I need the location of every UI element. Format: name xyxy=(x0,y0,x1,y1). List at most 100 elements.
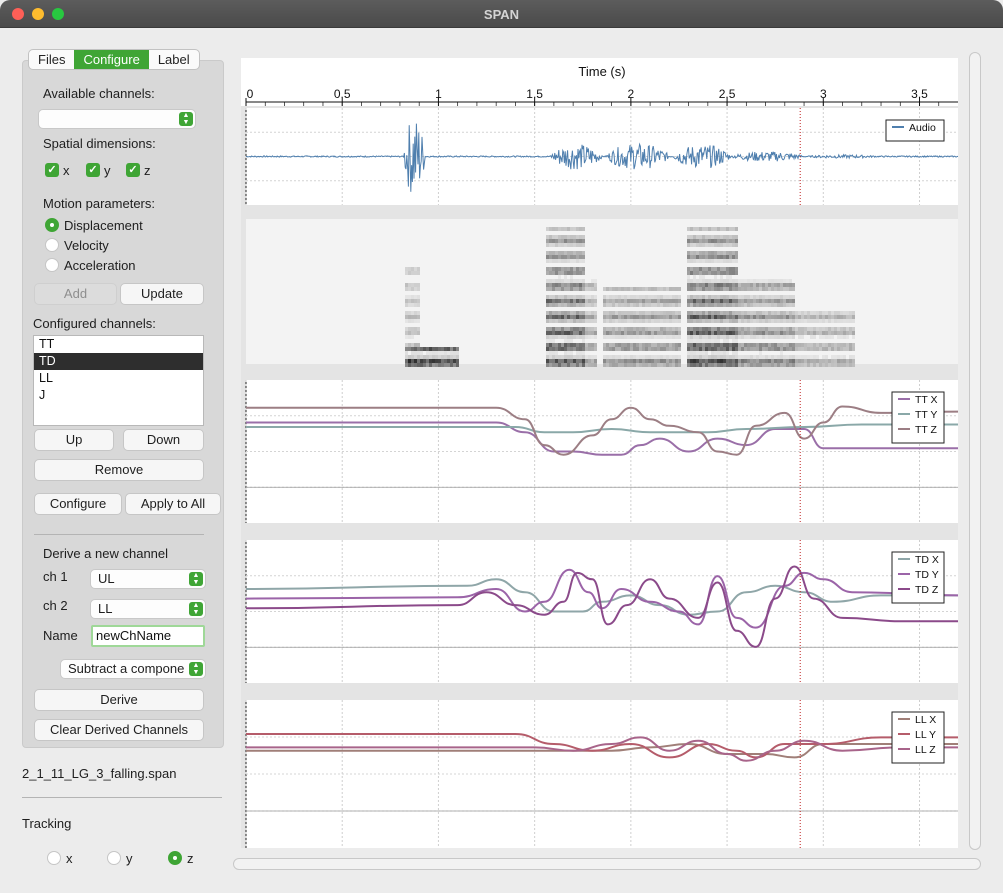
spectrogram-cell xyxy=(771,311,774,315)
acceleration-radio[interactable] xyxy=(45,258,59,272)
spectrogram-cell xyxy=(690,299,693,303)
spectrogram-cell xyxy=(663,359,666,363)
spectrogram-cell xyxy=(729,283,732,287)
available-channels-select[interactable]: ▲ ▼ xyxy=(38,109,196,129)
tab-configure[interactable]: Configure xyxy=(74,50,149,69)
spectrogram-cell xyxy=(735,343,738,347)
spectrogram-cell xyxy=(687,227,690,231)
spectrogram-cell xyxy=(732,255,735,259)
spectrogram-cell xyxy=(834,359,837,363)
spectrogram-cell xyxy=(666,319,669,323)
apply-to-all-button[interactable]: Apply to All xyxy=(125,493,221,515)
spectrogram-cell xyxy=(804,359,807,363)
derive-title: Derive a new channel xyxy=(43,546,169,561)
spectrogram-cell xyxy=(741,299,744,303)
spectrogram-cell xyxy=(723,339,726,343)
spectrogram-cell xyxy=(648,311,651,315)
tab-files[interactable]: Files xyxy=(29,50,74,69)
spectrogram-cell xyxy=(750,283,753,287)
spectrogram-cell xyxy=(741,343,744,347)
spectrogram-cell xyxy=(708,255,711,259)
spectrogram-cell xyxy=(555,347,558,351)
dimension-y-checkbox[interactable]: ✓ xyxy=(86,163,100,177)
spectrogram-cell xyxy=(714,283,717,287)
down-button[interactable]: Down xyxy=(123,429,204,451)
update-button[interactable]: Update xyxy=(120,283,204,305)
spectrogram-cell xyxy=(759,287,762,291)
tab-label[interactable]: Label xyxy=(149,50,199,69)
spectrogram-cell xyxy=(645,303,648,307)
list-item[interactable]: LL xyxy=(34,370,203,387)
configured-channels-list[interactable]: TT TD LL J xyxy=(33,335,204,426)
spectrogram-cell xyxy=(744,363,747,367)
dimension-x-checkbox[interactable]: ✓ xyxy=(45,163,59,177)
spectrogram-cell xyxy=(705,267,708,271)
add-button[interactable]: Add xyxy=(34,283,117,305)
up-button[interactable]: Up xyxy=(34,429,114,451)
list-item[interactable]: TT xyxy=(34,336,203,353)
legend-label: TT Z xyxy=(915,424,938,436)
spectrogram-cell xyxy=(654,343,657,347)
spectrogram-cell xyxy=(678,335,681,339)
spectrogram-cell xyxy=(708,315,711,319)
operation-select[interactable]: Subtract a compone ▲ ▼ xyxy=(60,659,206,679)
spectrogram-cell xyxy=(795,343,798,347)
spectrogram-cell xyxy=(702,267,705,271)
clear-derived-button[interactable]: Clear Derived Channels xyxy=(34,719,204,741)
spectrogram-cell xyxy=(759,347,762,351)
spectrogram-cell xyxy=(807,355,810,359)
spectrogram-cell xyxy=(717,279,720,283)
spectrogram-cell xyxy=(720,267,723,271)
ch1-select[interactable]: UL ▲ ▼ xyxy=(90,569,206,589)
spectrogram-cell xyxy=(702,327,705,331)
spectrogram-cell xyxy=(708,319,711,323)
spectrogram-cell xyxy=(594,311,597,315)
spectrogram-cell xyxy=(696,295,699,299)
spectrogram-cell xyxy=(759,327,762,331)
velocity-radio[interactable] xyxy=(45,238,59,252)
spectrogram-cell xyxy=(612,295,615,299)
displacement-radio[interactable] xyxy=(45,218,59,232)
spectrogram-cell xyxy=(690,235,693,239)
derive-button[interactable]: Derive xyxy=(34,689,204,711)
spectrogram-cell xyxy=(747,295,750,299)
tracking-y-radio[interactable] xyxy=(107,851,121,865)
spectrogram-cell xyxy=(564,235,567,239)
channel-name-input[interactable]: newChName xyxy=(91,625,205,647)
spectrogram-cell xyxy=(588,295,591,299)
remove-button[interactable]: Remove xyxy=(34,459,204,481)
spectrogram-cell xyxy=(696,267,699,271)
plots-svg[interactable]: Time (s)0 0.5 1 1.5 2 2.5 3 3.5AudioTT XTT YTT … xyxy=(241,58,959,848)
spectrogram-cell xyxy=(447,359,450,363)
spectrogram-cell xyxy=(555,343,558,347)
spectrogram-cell xyxy=(720,347,723,351)
spectrogram-cell xyxy=(627,363,630,367)
tracking-x-radio[interactable] xyxy=(47,851,61,865)
spectrogram-cell xyxy=(618,331,621,335)
spectrogram-cell xyxy=(735,351,738,355)
spectrogram-cell xyxy=(549,327,552,331)
spectrogram-cell xyxy=(783,335,786,339)
plot-area[interactable]: Time (s) 0 0.5 1 1.5 2 2.5 3 3.5 Audio TT X TT Y TT … xyxy=(241,58,959,848)
spectrogram-cell xyxy=(690,239,693,243)
list-item[interactable]: J xyxy=(34,387,203,404)
spectrogram-cell xyxy=(813,311,816,315)
spectrogram-cell xyxy=(768,359,771,363)
vertical-scrollbar[interactable] xyxy=(969,52,981,850)
spectrogram-cell xyxy=(588,303,591,307)
spectrogram-cell xyxy=(564,259,567,263)
dimension-z-checkbox[interactable]: ✓ xyxy=(126,163,140,177)
list-item[interactable]: TD xyxy=(34,353,203,370)
spectrogram-cell xyxy=(570,239,573,243)
ch2-select[interactable]: LL ▲ ▼ xyxy=(90,599,206,619)
tracking-z-radio[interactable] xyxy=(168,851,182,865)
horizontal-scrollbar[interactable] xyxy=(233,858,981,870)
spectrogram-cell xyxy=(411,295,414,299)
spectrogram-cell xyxy=(558,343,561,347)
spectrogram-cell xyxy=(645,363,648,367)
spectrogram-cell xyxy=(648,335,651,339)
spectrogram-cell xyxy=(570,275,573,279)
spectrogram-cell xyxy=(765,331,768,335)
configure-button[interactable]: Configure xyxy=(34,493,122,515)
spectrogram-cell xyxy=(816,319,819,323)
